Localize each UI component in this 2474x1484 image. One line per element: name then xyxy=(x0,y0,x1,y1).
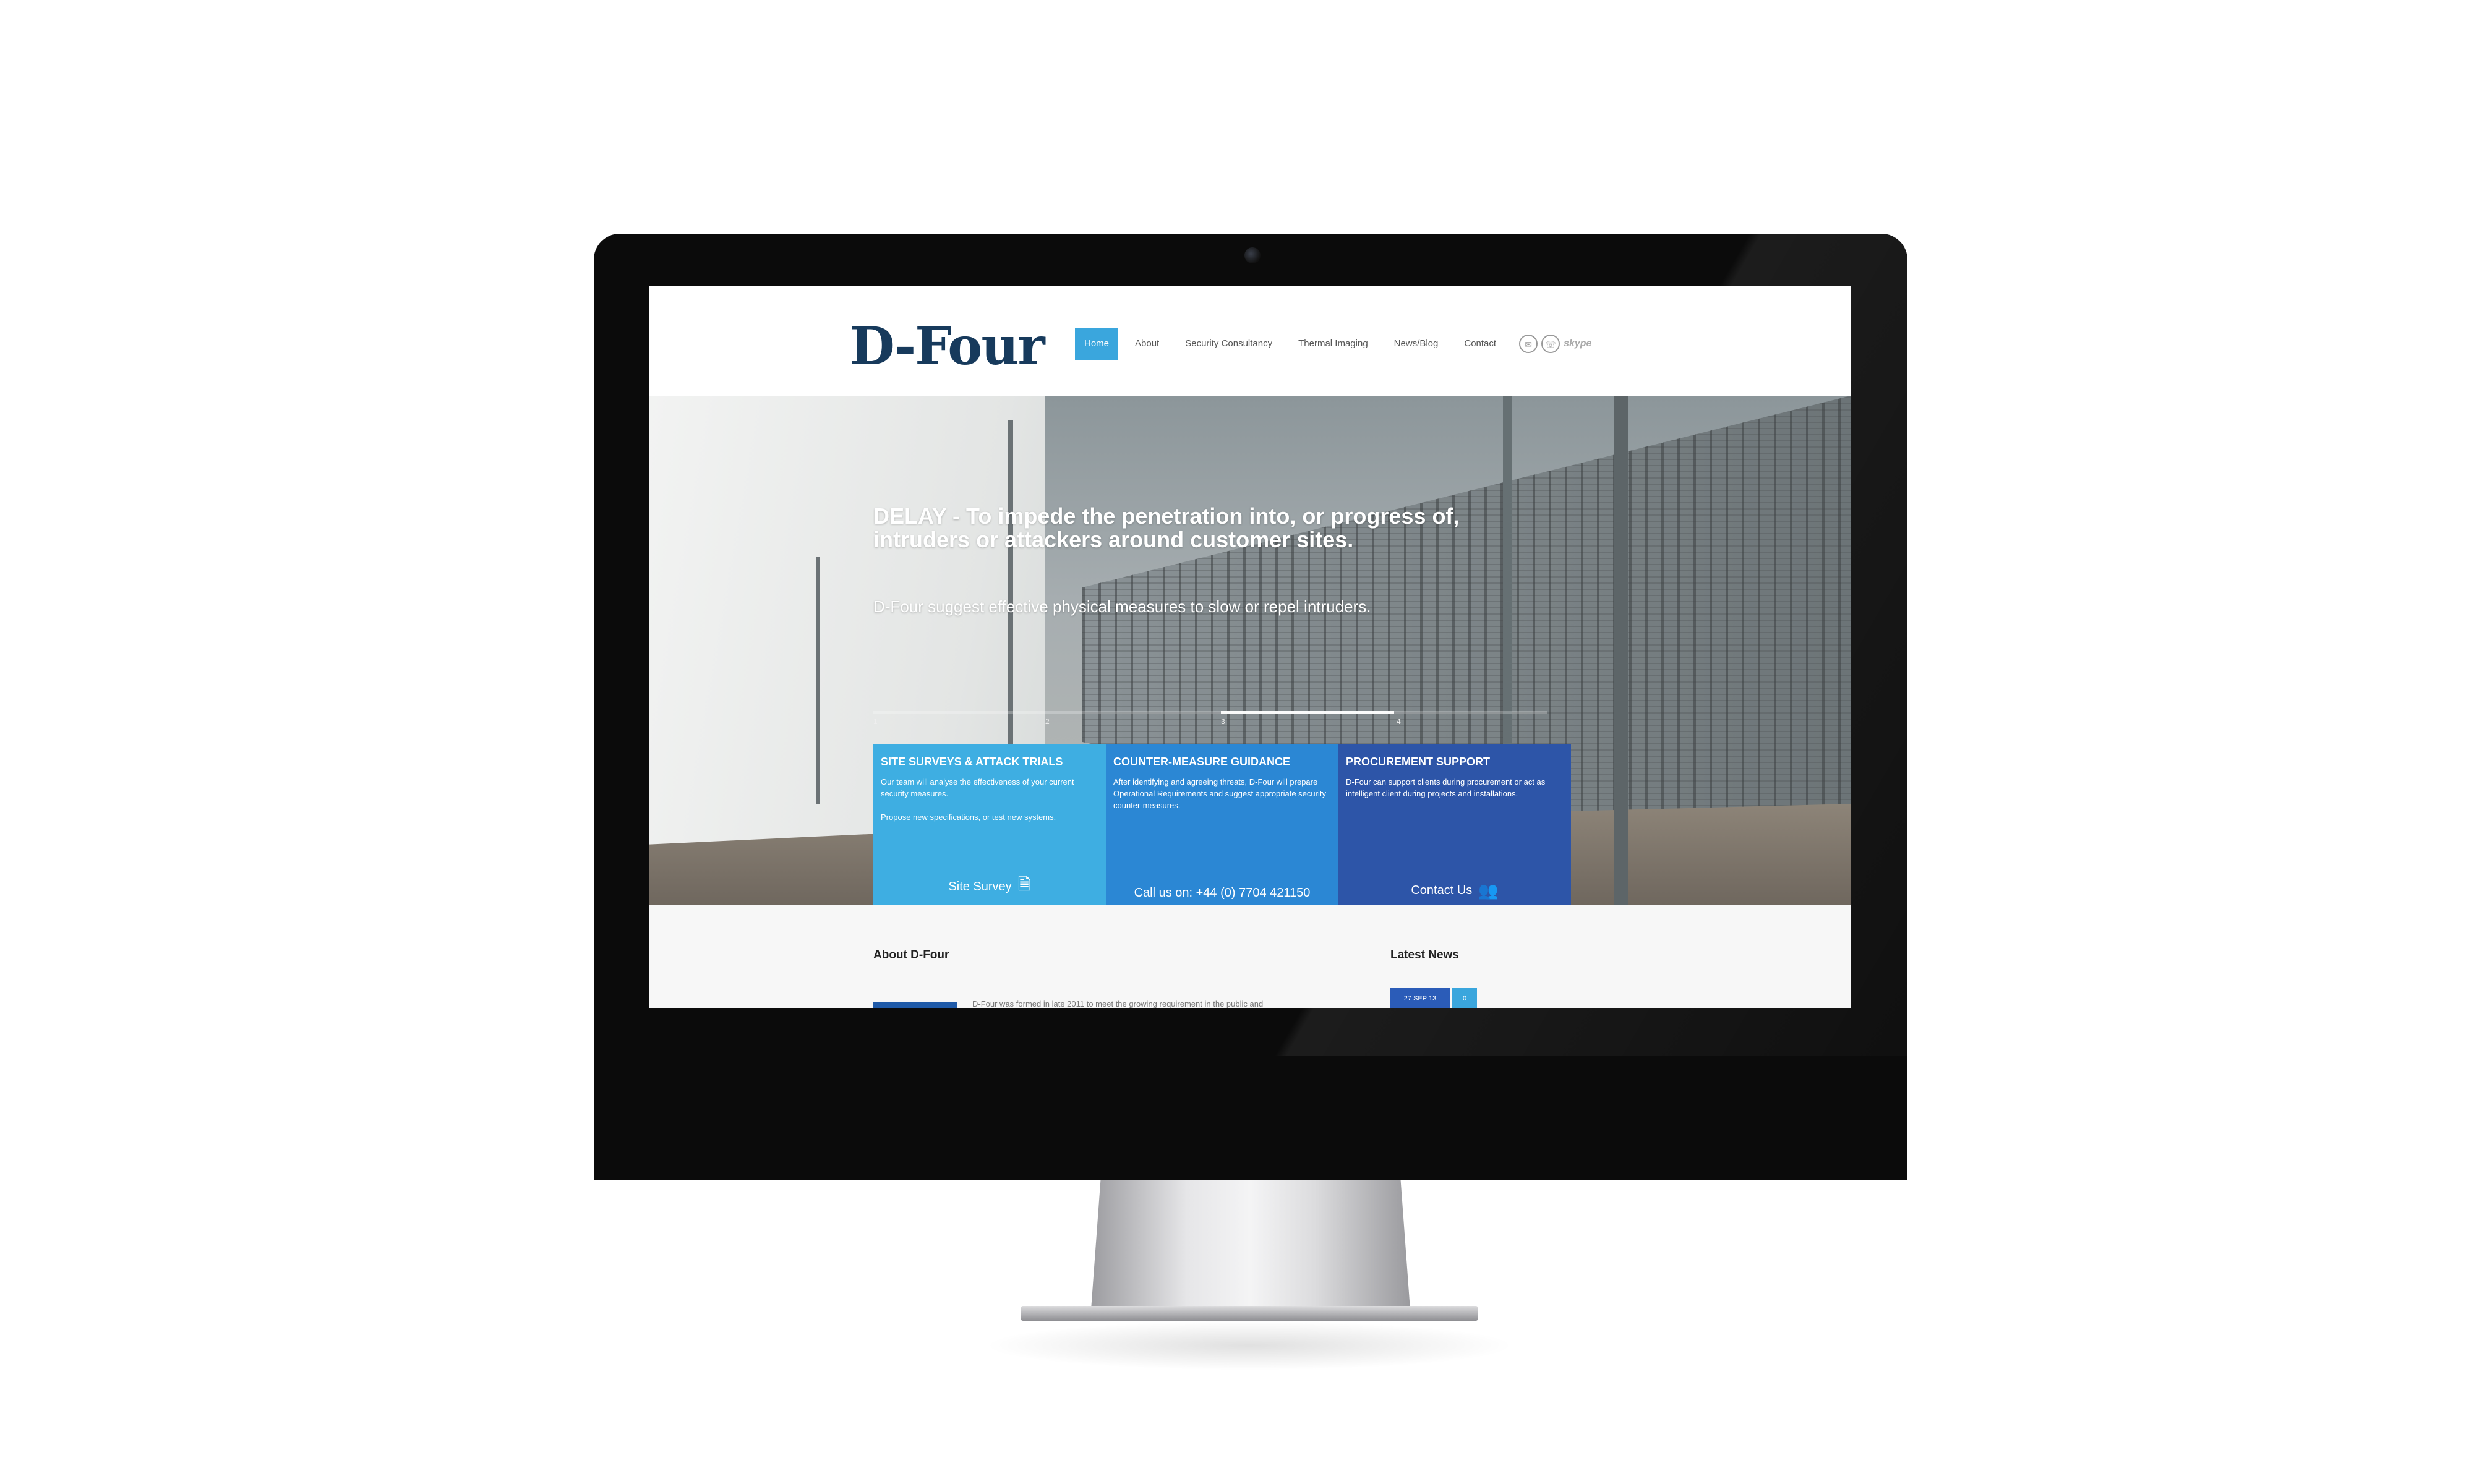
service-text: After identifying and agreeing threats, … xyxy=(1113,777,1326,810)
email-icon[interactable]: ✉ xyxy=(1519,335,1538,353)
contact-us-button[interactable]: Contact Us 👥 xyxy=(1338,881,1571,900)
news-date-badge[interactable]: 27 SEP 13 xyxy=(1390,988,1450,1008)
camera-icon xyxy=(1244,247,1261,263)
document-icon: 🗎 xyxy=(1017,875,1031,893)
hero-slider: DELAY - To impede the penetration into, … xyxy=(649,396,1851,905)
fence-post xyxy=(1614,396,1628,905)
cta-label: Site Survey xyxy=(948,879,1012,893)
nav-item-security-consultancy[interactable]: Security Consultancy xyxy=(1176,328,1282,360)
fence-post xyxy=(1503,396,1512,791)
about-heading: About D-Four xyxy=(873,949,949,962)
slide-3-button[interactable]: 3 xyxy=(1221,717,1225,726)
site-logo[interactable]: D-Four xyxy=(850,315,1045,377)
lamp-post xyxy=(816,556,820,804)
service-text: Our team will analyse the effectiveness … xyxy=(881,777,1074,822)
slider-track[interactable] xyxy=(873,711,1547,714)
service-text: D-Four can support clients during procur… xyxy=(1346,777,1546,798)
service-title: COUNTER-MEASURE GUIDANCE xyxy=(1113,756,1291,768)
main-nav: Home About Security Consultancy Thermal … xyxy=(1075,328,1591,360)
news-comment-count[interactable]: 0 xyxy=(1452,988,1477,1008)
service-title: SITE SURVEYS & ATTACK TRIALS xyxy=(881,756,1063,768)
monitor-stand xyxy=(1091,1180,1410,1310)
social-links: ✉ ☏ skype xyxy=(1519,335,1591,353)
cta-label: Contact Us xyxy=(1411,884,1473,897)
news-heading: Latest News xyxy=(1390,949,1459,962)
about-image xyxy=(873,1002,957,1008)
content-section: About D-Four D-Four was formed in late 2… xyxy=(649,905,1851,1008)
site-header: D-Four Home About Security Consultancy T… xyxy=(649,286,1851,396)
service-box-procurement: PROCUREMENT SUPPORT D-Four can support c… xyxy=(1338,744,1571,905)
service-box-counter-measure: COUNTER-MEASURE GUIDANCE After identifyi… xyxy=(1106,744,1338,905)
users-icon: 👥 xyxy=(1478,881,1499,900)
nav-item-news-blog[interactable]: News/Blog xyxy=(1385,328,1448,360)
hero-title: DELAY - To impede the penetration into, … xyxy=(873,503,1460,552)
service-boxes: SITE SURVEYS & ATTACK TRIALS Our team wi… xyxy=(873,744,1571,905)
cta-label: Call us on: +44 (0) 7704 421150 xyxy=(1134,886,1311,900)
monitor-stand-base xyxy=(1021,1306,1478,1321)
nav-item-about[interactable]: About xyxy=(1126,328,1168,360)
nav-item-thermal-imaging[interactable]: Thermal Imaging xyxy=(1289,328,1377,360)
slide-4-button[interactable]: 4 xyxy=(1397,717,1401,726)
call-us-button[interactable]: Call us on: +44 (0) 7704 421150 xyxy=(1106,886,1338,900)
slider-active-segment xyxy=(1221,711,1394,714)
service-title: PROCUREMENT SUPPORT xyxy=(1346,756,1491,768)
service-box-site-surveys: SITE SURVEYS & ATTACK TRIALS Our team wi… xyxy=(873,744,1106,905)
skype-icon[interactable]: skype xyxy=(1564,338,1591,349)
site-survey-button[interactable]: Site Survey 🗎 xyxy=(873,873,1106,900)
phone-icon[interactable]: ☏ xyxy=(1541,335,1560,353)
slide-2-button[interactable]: 2 xyxy=(1045,717,1050,726)
nav-item-contact[interactable]: Contact xyxy=(1455,328,1505,360)
about-text: D-Four was formed in late 2011 to meet t… xyxy=(972,999,1264,1008)
hero-subtitle: D-Four suggest effective physical measur… xyxy=(873,597,1371,616)
slide-1-button[interactable]: 1 xyxy=(873,717,878,726)
nav-item-home[interactable]: Home xyxy=(1075,328,1119,360)
lamp-post xyxy=(1008,420,1013,767)
website-screen: D-Four Home About Security Consultancy T… xyxy=(649,286,1851,1008)
stand-shadow xyxy=(983,1321,1515,1370)
